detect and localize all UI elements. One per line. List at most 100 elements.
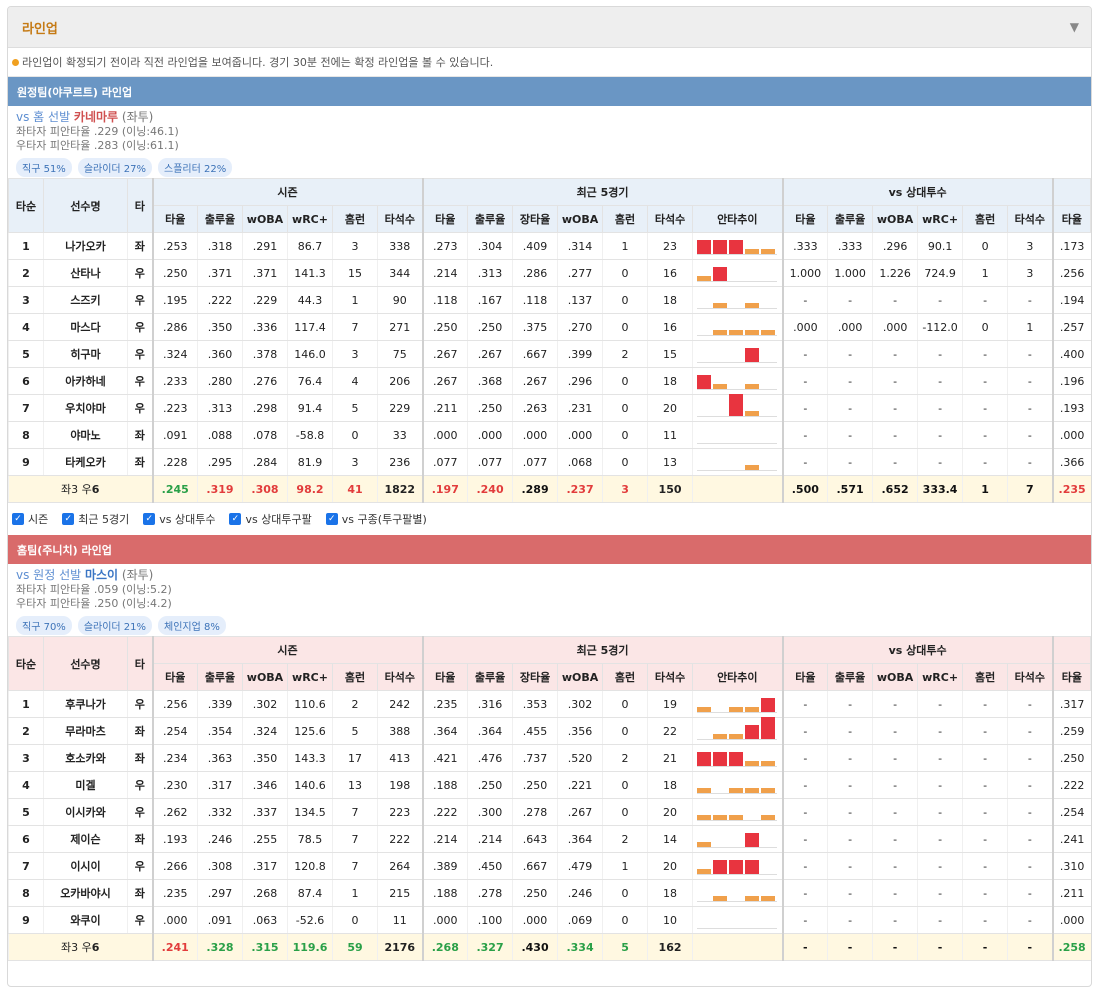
filter-checkbox[interactable]: ✓ 최근 5경기 [62, 511, 129, 527]
hit-trend-sparkline [697, 911, 778, 929]
table-row[interactable]: 8 오카바야시 좌 .235.297.268 87.4 1 215.188.278.250.… [8, 879, 1091, 907]
panel-header[interactable]: 라인업 ▼ [8, 7, 1091, 48]
table-row[interactable]: 1 나가오카 좌 .253.318.291 86.7 3 338.273.304.409.3… [8, 232, 1091, 260]
lineup-table: 타순 선수명 타 시즌 최근 5경기 vs 상대투수 타율 출루율 wOBA wRC+ 홈런 타석수 타… [8, 178, 1091, 503]
table-row[interactable]: 8 야마노 좌 .091.088.078 -58.8 0 33.000.000.000.00… [8, 421, 1091, 449]
table-row[interactable]: 2 무라마츠 좌 .254.354.324 125.6 5 388.364.364.455.… [8, 717, 1091, 745]
filter-checkbox[interactable]: ✓ 시즌 [12, 511, 48, 527]
stat-cell: -112.0 [917, 313, 963, 341]
batting-order: 8 [8, 879, 44, 907]
col-season: 타석수 [376, 663, 424, 691]
checkbox-checked-icon[interactable]: ✓ [143, 513, 156, 525]
table-row[interactable]: 9 와쿠이 우 .000.091.063 -52.6 0 11.000.100.000.06… [8, 906, 1091, 934]
table-row[interactable]: 5 이시카와 우 .262.332.337 134.5 7 223.222.300.278.… [8, 798, 1091, 826]
total-stat: .241 [151, 933, 198, 961]
starter-name[interactable]: 카네마루 [74, 110, 118, 124]
stat-cell: .000 [827, 313, 873, 341]
stat-cell: - [781, 744, 828, 772]
stat-cell: .350 [242, 744, 288, 772]
stat-cell: 3 [1007, 232, 1053, 260]
table-row[interactable]: 7 이시이 우 .266.308.317 120.8 7 264.389.450.667.4… [8, 852, 1091, 880]
table-row[interactable]: 6 아카하네 우 .233.280.276 76.4 4 206.267.368.267.2… [8, 367, 1091, 395]
collapse-icon[interactable]: ▼ [1070, 20, 1079, 34]
total-row: 좌3 우6.245.319.308 98.2 41 1822.197.240.289.… [8, 475, 1091, 503]
col-group-vs-pitcher: vs 상대투수 [781, 178, 1054, 206]
table-row[interactable]: 6 제이슨 좌 .193.246.255 78.5 7 222.214.214.643.36… [8, 825, 1091, 853]
checkbox-checked-icon[interactable]: ✓ [325, 513, 338, 525]
stat-cell: - [781, 879, 828, 907]
stat-cell: .318 [197, 232, 243, 260]
stat-cell: 33 [376, 421, 423, 449]
table-row[interactable]: 4 마스다 우 .286.350.336 117.4 7 271.250.250.375.2… [8, 313, 1091, 341]
table-row[interactable]: 4 미겔 우 .230.317.346 140.6 13 198.188.250.250.2… [8, 771, 1091, 799]
stat-cell: - [781, 852, 828, 880]
batting-order: 8 [8, 421, 44, 449]
col-vs-pitcher: 타석수 [1007, 663, 1054, 691]
checkbox-checked-icon[interactable]: ✓ [12, 513, 24, 525]
stat-cell: 78.5 [287, 825, 333, 853]
trend-bar [729, 734, 744, 739]
trend-bar [761, 815, 776, 820]
trend-bar [761, 249, 776, 254]
table-row[interactable]: 1 후쿠나가 우 .256.339.302 110.6 2 242.235.316.353.… [8, 690, 1091, 718]
player-name: 마스다 [43, 313, 128, 341]
bat-hand: 좌 [127, 717, 153, 745]
hit-trend-sparkline [697, 264, 778, 282]
checkbox-checked-icon[interactable]: ✓ [62, 513, 75, 525]
stat-cell: 117.4 [287, 313, 333, 341]
stat-cell: .364 [421, 717, 468, 745]
starter-name[interactable]: 마스이 [85, 568, 118, 582]
table-row[interactable]: 3 스즈키 우 .195.222.229 44.3 1 90.118.167.118.137… [8, 286, 1091, 314]
trend-bar [761, 896, 776, 901]
stat-cell: 5 [332, 394, 378, 422]
stat-cell: 22 [647, 717, 693, 745]
stat-cell: .368 [467, 367, 513, 395]
total-stat: .328 [197, 933, 243, 961]
stat-cell: .230 [151, 771, 198, 799]
total-right-count: 6 [91, 483, 100, 496]
stat-cell: .196 [1051, 367, 1091, 395]
table-row[interactable]: 5 히구마 우 .324.360.378 146.0 3 75.267.267.667.39… [8, 340, 1091, 368]
table-row[interactable]: 2 산타나 우 .250.371.371 141.3 15 344.214.313.286.… [8, 259, 1091, 287]
trend-bar [713, 240, 728, 254]
player-name: 와쿠이 [43, 906, 128, 934]
col-recent: 홈런 [602, 663, 649, 691]
col-group-season: 시즌 [151, 636, 424, 664]
stat-cell: .077 [421, 448, 468, 476]
total-extra: .258 [1051, 933, 1091, 961]
table-row[interactable]: 9 타케오카 좌 .228.295.284 81.9 3 236.077.077.077.0… [8, 448, 1091, 476]
filter-checkbox[interactable]: ✓ vs 상대투구팔 [229, 511, 312, 527]
stat-cell: .324 [242, 717, 288, 745]
stat-cell: .193 [151, 825, 198, 853]
stat-cell: .267 [421, 367, 468, 395]
col-extra: 타율 [1051, 663, 1091, 691]
trend-bar [697, 707, 712, 712]
total-stat: .237 [557, 475, 603, 503]
total-stat: .289 [512, 475, 558, 503]
trend-bar [713, 330, 728, 335]
hit-trend-sparkline [697, 372, 778, 390]
col-recent: 타석수 [647, 663, 694, 691]
stat-cell: 4 [332, 367, 378, 395]
stat-cell: 44.3 [287, 286, 333, 314]
bat-hand: 우 [127, 852, 153, 880]
bat-hand: 우 [127, 340, 153, 368]
table-row[interactable]: 7 우치야마 우 .223.313.298 91.4 5 229.211.250.263.2… [8, 394, 1091, 422]
trend-bar [761, 698, 776, 712]
table-row[interactable]: 3 호소카와 좌 .234.363.350 143.3 17 413.421.476.737… [8, 744, 1091, 772]
checkbox-checked-icon[interactable]: ✓ [229, 513, 242, 525]
hit-trend-cell [692, 690, 783, 718]
stat-cell: - [1007, 286, 1053, 314]
stat-cell: 1.226 [872, 259, 918, 287]
filter-checkbox[interactable]: ✓ vs 상대투수 [143, 511, 215, 527]
trend-bar [729, 860, 744, 874]
stat-cell: .286 [512, 259, 558, 287]
filter-checkbox[interactable]: ✓ vs 구종(투구팔별) [325, 511, 427, 527]
stat-cell: 0 [602, 771, 648, 799]
stat-cell: 5 [332, 717, 378, 745]
total-stat: 3 [602, 475, 648, 503]
stat-cell: .228 [151, 448, 198, 476]
stat-cell: 0 [602, 421, 648, 449]
stat-cell: - [962, 771, 1008, 799]
stat-cell: - [1007, 852, 1053, 880]
